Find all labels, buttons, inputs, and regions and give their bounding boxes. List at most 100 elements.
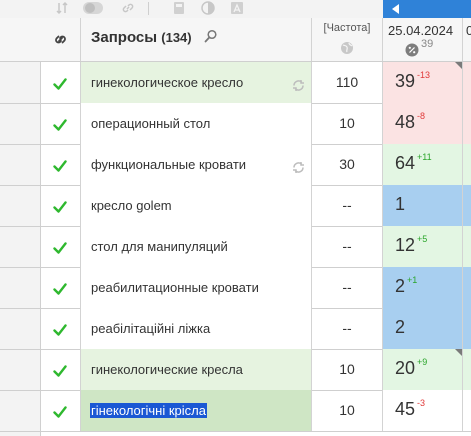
- position-number: 2: [395, 276, 406, 296]
- query-text[interactable]: гінекологічні крісла: [90, 403, 207, 418]
- checkmark-icon[interactable]: [53, 241, 67, 259]
- frequency-cell: 10: [312, 103, 383, 144]
- row-check-cell[interactable]: [40, 62, 81, 103]
- link-column-header[interactable]: [40, 18, 81, 61]
- next-position-cell[interactable]: [463, 144, 471, 185]
- row-check-cell[interactable]: [40, 349, 81, 390]
- contrast-icon[interactable]: [200, 1, 216, 15]
- next-position-cell[interactable]: [463, 62, 471, 103]
- frequency-cell: --: [312, 185, 383, 226]
- query-cell[interactable]: реабілітаційні ліжка: [81, 308, 312, 349]
- position-cell[interactable]: 48 -8: [383, 103, 463, 144]
- table-header: Запросы (134) [Частота] 25.04.2024 39 0: [0, 18, 471, 62]
- row-check-cell[interactable]: [40, 144, 81, 185]
- next-position-cell[interactable]: [463, 349, 471, 390]
- chain-link-icon[interactable]: [52, 31, 69, 48]
- next-position-cell[interactable]: [463, 185, 471, 226]
- position-delta: +11: [417, 152, 432, 162]
- position-cell[interactable]: 12 +5: [383, 226, 463, 267]
- checkmark-icon[interactable]: [53, 364, 67, 382]
- next-position-cell[interactable]: [463, 390, 471, 431]
- checkmark-icon[interactable]: [53, 159, 67, 177]
- position-cell[interactable]: 2 +1: [383, 267, 463, 308]
- table-row[interactable]: функциональные кровати 30 64 +11: [0, 144, 471, 186]
- table-row[interactable]: кресло golem -- 1: [0, 185, 471, 227]
- position-cell[interactable]: 1: [383, 185, 463, 226]
- table-row[interactable]: стол для манипуляций -- 12 +5: [0, 226, 471, 268]
- query-cell[interactable]: гинекологическое кресло: [81, 62, 312, 103]
- queries-column-header[interactable]: Запросы (134): [81, 18, 312, 61]
- query-cell[interactable]: реабилитационные кровати: [81, 267, 312, 308]
- table-row[interactable]: гінекологічні крісла 10 45 -3: [0, 390, 471, 432]
- prev-date-arrow-icon[interactable]: [392, 4, 399, 14]
- calculator-icon[interactable]: [171, 1, 187, 15]
- sort-icon[interactable]: [54, 1, 70, 15]
- position-cell[interactable]: 45 -3: [383, 390, 463, 431]
- table-row[interactable]: гинекологическое кресло 110 39 -13: [0, 62, 471, 104]
- search-icon[interactable]: [204, 29, 218, 43]
- globe-icon: [341, 42, 353, 54]
- toggle-icon[interactable]: [82, 1, 104, 15]
- row-check-cell[interactable]: [40, 390, 81, 431]
- position-value: 39 -13: [395, 70, 430, 92]
- query-cell[interactable]: функциональные кровати: [81, 144, 312, 185]
- checkmark-icon[interactable]: [53, 200, 67, 218]
- query-cell[interactable]: кресло golem: [81, 185, 312, 226]
- row-check-cell[interactable]: [40, 103, 81, 144]
- position-delta: +9: [417, 357, 428, 367]
- query-text[interactable]: реабилитационные кровати: [91, 280, 259, 295]
- next-date-column-header[interactable]: 0: [463, 18, 471, 61]
- table-row[interactable]: реабилитационные кровати -- 2 +1: [0, 267, 471, 309]
- link-icon[interactable]: [120, 1, 136, 15]
- position-cell[interactable]: 39 -13: [383, 62, 463, 103]
- table-row[interactable]: реабілітаційні ліжка -- 2: [0, 308, 471, 350]
- row-check-cell[interactable]: [40, 308, 81, 349]
- position-number: 64: [395, 153, 416, 173]
- date-nav-bar[interactable]: [383, 0, 471, 18]
- next-position-cell[interactable]: [463, 308, 471, 349]
- position-delta: -8: [417, 111, 426, 121]
- date-top-count: 39: [421, 38, 434, 50]
- checkmark-icon[interactable]: [53, 77, 67, 95]
- row-check-cell[interactable]: [40, 226, 81, 267]
- row-check-cell[interactable]: [40, 267, 81, 308]
- next-position-cell[interactable]: [463, 226, 471, 267]
- frequency-cell: 30: [312, 144, 383, 185]
- position-delta: +5: [417, 234, 428, 244]
- query-cell[interactable]: операционный стол: [81, 103, 312, 144]
- checkmark-icon[interactable]: [53, 118, 67, 136]
- query-text[interactable]: гинекологическое кресло: [91, 75, 243, 90]
- position-cell[interactable]: 2: [383, 308, 463, 349]
- position-number: 20: [395, 358, 416, 378]
- query-cell[interactable]: гінекологічні крісла: [81, 390, 312, 431]
- query-text[interactable]: реабілітаційні ліжка: [91, 321, 210, 336]
- table-row[interactable]: операционный стол 10 48 -8: [0, 103, 471, 145]
- frequency-column-header[interactable]: [Частота]: [312, 18, 383, 61]
- query-text[interactable]: функциональные кровати: [91, 157, 246, 172]
- checkmark-icon[interactable]: [53, 405, 67, 423]
- position-number: 1: [395, 194, 406, 214]
- checkmark-icon[interactable]: [53, 323, 67, 341]
- next-date-label: 0: [466, 23, 471, 38]
- query-cell[interactable]: стол для манипуляций: [81, 226, 312, 267]
- next-position-cell[interactable]: [463, 267, 471, 308]
- position-cell[interactable]: 20 +9: [383, 349, 463, 390]
- checkmark-icon[interactable]: [53, 282, 67, 300]
- position-value: 20 +9: [395, 357, 428, 379]
- position-value: 2 +1: [395, 275, 417, 297]
- refresh-icon[interactable]: [292, 79, 305, 97]
- frequency-cell: --: [312, 267, 383, 308]
- date-column-header[interactable]: 25.04.2024 39: [383, 18, 463, 61]
- table-row[interactable]: гинекологические кресла 10 20 +9: [0, 349, 471, 391]
- refresh-icon[interactable]: [292, 161, 305, 179]
- text-icon[interactable]: [229, 1, 245, 15]
- query-text[interactable]: операционный стол: [91, 116, 210, 131]
- row-check-cell[interactable]: [40, 185, 81, 226]
- next-position-cell[interactable]: [463, 103, 471, 144]
- position-cell[interactable]: 64 +11: [383, 144, 463, 185]
- position-number: 39: [395, 71, 416, 91]
- query-text[interactable]: стол для манипуляций: [91, 239, 228, 254]
- query-text[interactable]: кресло golem: [91, 198, 172, 213]
- query-text[interactable]: гинекологические кресла: [91, 362, 243, 377]
- query-cell[interactable]: гинекологические кресла: [81, 349, 312, 390]
